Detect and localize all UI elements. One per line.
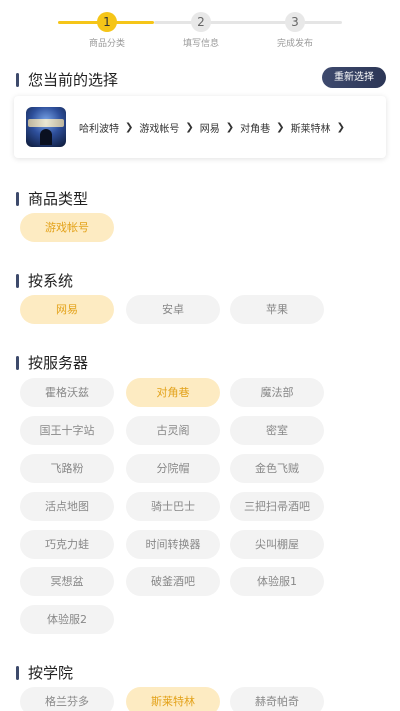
server-option[interactable]: 三把扫帚酒吧 xyxy=(230,492,324,521)
server-option[interactable]: 霍格沃兹 xyxy=(20,378,114,407)
system-header: 按系统 xyxy=(16,270,73,291)
section-marker xyxy=(16,273,19,288)
current-selection-card: 哈利波特 ❯ 游戏帐号 ❯ 网易 ❯ 对角巷 ❯ 斯莱特林 ❯ xyxy=(14,96,386,158)
breadcrumb-item[interactable]: 对角巷 xyxy=(240,120,270,135)
section-marker xyxy=(16,72,19,87)
step-1-label: 商品分类 xyxy=(88,39,125,49)
chevron-right-icon: ❯ xyxy=(336,121,345,133)
section-marker xyxy=(16,191,19,206)
college-option[interactable]: 赫奇帕奇 xyxy=(230,687,324,711)
server-option[interactable]: 分院帽 xyxy=(126,454,220,483)
server-option[interactable]: 国王十字站 xyxy=(20,416,114,445)
progress-stepper: 1 商品分类 2 填写信息 3 完成发布 xyxy=(0,0,400,58)
college-option[interactable]: 格兰芬多 xyxy=(20,687,114,711)
server-option[interactable]: 密室 xyxy=(230,416,324,445)
step-2: 2 填写信息 xyxy=(161,12,241,49)
breadcrumb-item[interactable]: 斯莱特林 xyxy=(291,120,331,135)
breadcrumb-item[interactable]: 网易 xyxy=(200,120,220,135)
system-title: 按系统 xyxy=(28,272,74,290)
breadcrumb-item[interactable]: 游戏帐号 xyxy=(139,120,179,135)
breadcrumb-item[interactable]: 哈利波特 xyxy=(79,120,119,135)
current-selection-title: 您当前的选择 xyxy=(28,71,119,89)
section-marker xyxy=(16,665,19,680)
product-type-header: 商品类型 xyxy=(16,188,88,209)
server-option[interactable]: 时间转换器 xyxy=(126,530,220,559)
server-option[interactable]: 飞路粉 xyxy=(20,454,114,483)
chevron-right-icon: ❯ xyxy=(276,121,285,133)
step-1: 1 商品分类 xyxy=(67,12,147,49)
chevron-right-icon: ❯ xyxy=(185,121,194,133)
server-option[interactable]: 对角巷 xyxy=(126,378,220,407)
step-3-label: 完成发布 xyxy=(276,39,313,49)
section-marker xyxy=(16,355,19,370)
college-header: 按学院 xyxy=(16,662,73,683)
breadcrumb: 哈利波特 ❯ 游戏帐号 ❯ 网易 ❯ 对角巷 ❯ 斯莱特林 ❯ xyxy=(79,120,351,135)
step-3-number: 3 xyxy=(285,12,305,32)
server-option[interactable]: 体验服1 xyxy=(230,567,324,596)
server-option[interactable]: 尖叫棚屋 xyxy=(230,530,324,559)
step-1-number: 1 xyxy=(97,12,117,32)
step-2-label: 填写信息 xyxy=(182,39,219,49)
server-option[interactable]: 金色飞贼 xyxy=(230,454,324,483)
product-type-title: 商品类型 xyxy=(28,190,89,208)
server-header: 按服务器 xyxy=(16,352,88,373)
chevron-right-icon: ❯ xyxy=(225,121,235,133)
server-option[interactable]: 活点地图 xyxy=(20,492,114,521)
system-option[interactable]: 苹果 xyxy=(230,295,324,324)
system-option[interactable]: 网易 xyxy=(20,295,114,324)
current-selection-header: 您当前的选择 xyxy=(16,69,118,90)
server-option[interactable]: 体验服2 xyxy=(20,605,114,634)
college-option[interactable]: 斯莱特林 xyxy=(126,687,220,711)
server-title: 按服务器 xyxy=(28,354,89,372)
server-option[interactable]: 巧克力蛙 xyxy=(20,530,114,559)
server-option[interactable]: 冥想盆 xyxy=(20,567,114,596)
server-option[interactable]: 破釜酒吧 xyxy=(126,567,220,596)
product-type-option[interactable]: 游戏帐号 xyxy=(20,213,114,242)
reselect-button[interactable]: 重新选择 xyxy=(322,67,386,88)
game-thumbnail xyxy=(26,107,66,147)
chevron-right-icon: ❯ xyxy=(125,121,134,133)
system-option[interactable]: 安卓 xyxy=(126,295,220,324)
college-title: 按学院 xyxy=(28,664,74,682)
step-2-number: 2 xyxy=(191,12,211,32)
server-option[interactable]: 魔法部 xyxy=(230,378,324,407)
server-option[interactable]: 骑士巴士 xyxy=(126,492,220,521)
server-option[interactable]: 古灵阁 xyxy=(126,416,220,445)
step-3: 3 完成发布 xyxy=(255,12,335,49)
